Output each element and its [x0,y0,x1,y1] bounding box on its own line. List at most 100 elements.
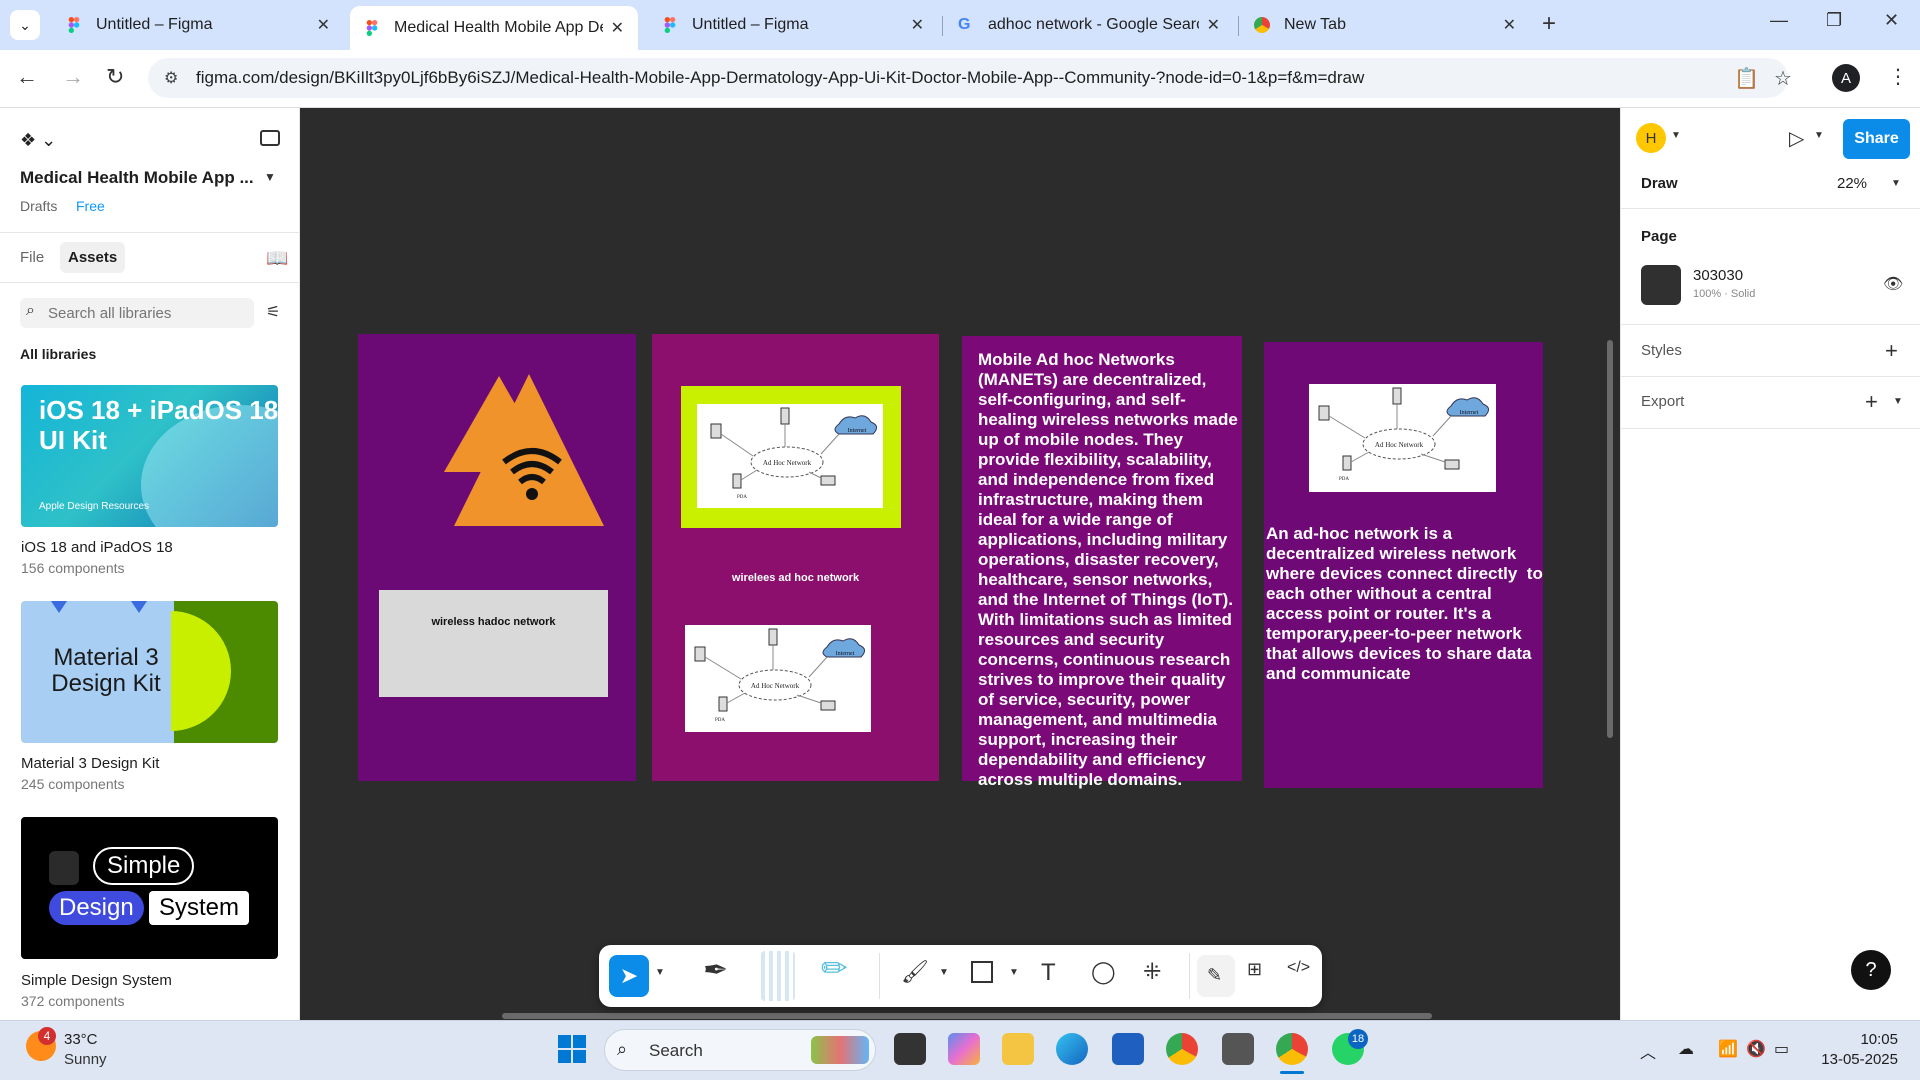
canvas-frame-3[interactable]: Mobile Ad hoc Networks (MANETs) are dece… [962,336,1242,789]
adhoc-network-diagram[interactable]: Ad Hoc Network Internet PDA [1309,384,1496,492]
present-play-icon[interactable]: ▷ [1789,126,1804,151]
browser-tab-3[interactable]: Untitled – Figma ✕ [648,6,938,44]
marker-tool-icon[interactable] [761,951,795,1001]
horizontal-scrollbar[interactable] [502,1013,1432,1019]
edge-icon[interactable] [1056,1033,1088,1065]
zoom-level[interactable]: 22% [1837,175,1867,192]
volume-muted-icon[interactable]: 🔇 [1746,1039,1766,1059]
adhoc-network-diagram[interactable]: Ad Hoc Network Internet PDA [685,625,871,732]
text-tool-icon[interactable]: T [1041,959,1056,987]
rectangle-tool-icon[interactable] [971,961,993,983]
minimize-icon[interactable]: — [1770,10,1788,31]
browser-tab-5[interactable]: New Tab ✕ [1240,6,1530,44]
chevron-down-icon[interactable]: ▼ [1891,178,1901,189]
figma-menu-icon[interactable]: ❖ ⌄ [20,130,56,151]
reload-icon[interactable]: ↻ [106,64,124,90]
clock-date[interactable]: 13-05-2025 [1798,1051,1898,1068]
close-icon[interactable]: ✕ [911,15,924,35]
dev-mode-icon[interactable]: </> [1287,959,1310,977]
close-window-icon[interactable]: ✕ [1884,10,1899,31]
battery-icon[interactable]: ▭ [1774,1039,1789,1059]
drafts-label[interactable]: Drafts [20,198,57,214]
browser-tab-4[interactable]: G adhoc network - Google Search ✕ [944,6,1234,44]
pen-tool-icon[interactable]: ✒ [703,953,728,988]
profile-avatar[interactable]: A [1832,64,1860,92]
share-button[interactable]: Share [1843,119,1910,159]
tab-file[interactable]: File [20,249,44,266]
close-icon[interactable]: ✕ [317,15,330,35]
chevron-down-icon[interactable]: ▼ [939,967,949,978]
chevron-up-icon[interactable]: ︿ [1640,1039,1656,1063]
url-text[interactable]: figma.com/design/BKiIlt3py0Ljf6bBy6iSZJ/… [196,68,1364,88]
comment-icon[interactable]: ◯ [1091,959,1116,985]
chrome-icon[interactable] [1166,1033,1198,1065]
chevron-down-icon[interactable]: ▼ [1671,130,1681,141]
restore-icon[interactable]: ❐ [1826,10,1842,31]
components-icon[interactable]: ⁜ [1143,959,1161,985]
search-input[interactable] [48,303,248,323]
chevron-down-icon[interactable]: ▼ [1893,396,1903,407]
clipboard-icon[interactable]: 📋 [1734,66,1759,91]
file-title[interactable]: Medical Health Mobile App ... [20,168,254,188]
toggle-sidebar-icon[interactable] [260,130,280,146]
clock-time[interactable]: 10:05 [1818,1031,1898,1048]
label-box[interactable]: wireless hadoc network [379,590,608,697]
omnibox[interactable]: ⚙ figma.com/design/BKiIlt3py0Ljf6bBy6iSZ… [148,58,1792,98]
new-tab-button[interactable]: + [1542,10,1556,38]
library-name[interactable]: iOS 18 and iPadOS 18 [21,539,173,556]
chevron-down-icon[interactable]: ▼ [1009,967,1019,978]
chrome-active-icon[interactable] [1276,1033,1308,1065]
chevron-down-icon[interactable]: ▼ [264,170,276,184]
library-search[interactable]: ⌕ [20,298,254,328]
page-color-hex[interactable]: 303030 [1693,267,1743,284]
browser-tab-1[interactable]: Untitled – Figma ✕ [52,6,344,44]
close-icon[interactable]: ✕ [1207,15,1220,35]
site-info-icon[interactable]: ⚙ [164,68,178,88]
store-icon[interactable] [1112,1033,1144,1065]
add-export-icon[interactable]: + [1865,389,1878,415]
browser-tab-active[interactable]: Medical Health Mobile App Der ✕ [350,6,638,50]
weather-temperature[interactable]: 33°C [64,1031,98,1048]
canvas-frame-4[interactable]: Ad Hoc Network Internet PDA An ad-hoc ne… [1264,342,1543,788]
user-avatar[interactable]: H [1636,123,1666,153]
lime-box[interactable]: Ad Hoc Network Internet PDA [681,386,901,528]
tab-assets[interactable]: Assets [60,242,126,273]
wifi-icon[interactable]: 📶 [1718,1039,1738,1059]
copilot-icon[interactable] [948,1033,980,1065]
vertical-scrollbar[interactable] [1607,340,1613,738]
tab-search-button[interactable]: ⌄ [10,10,40,40]
move-tool-icon[interactable]: ➤ [609,955,649,997]
library-thumbnail-simple[interactable]: Simple Design System [21,817,278,959]
chevron-down-icon[interactable]: ▼ [1814,130,1824,141]
weather-condition[interactable]: Sunny [64,1051,107,1068]
file-explorer-icon[interactable] [1002,1033,1034,1065]
library-thumbnail-material[interactable]: Material 3 Design Kit [21,601,278,743]
library-thumbnail-ios[interactable]: iOS 18 + iPadOS 18 UI Kit Apple Design R… [21,385,278,527]
library-name[interactable]: Material 3 Design Kit [21,755,159,772]
camera-icon[interactable] [1222,1033,1254,1065]
triangle-wifi-graphic[interactable] [444,374,604,534]
page-color-swatch[interactable] [1641,265,1681,305]
task-view-icon[interactable] [894,1033,926,1065]
draw-mode-toggle[interactable]: ✎ [1197,955,1235,997]
onedrive-icon[interactable]: ☁ [1678,1039,1694,1059]
filter-icon[interactable]: ⚟ [266,302,280,322]
forward-icon[interactable]: → [62,64,84,90]
brush-icon[interactable]: 🖌 [901,959,929,985]
canvas-frame-2[interactable]: Ad Hoc Network Internet PDA wirelees ad … [652,334,939,781]
design-mode-icon[interactable]: ⊞ [1247,959,1262,980]
taskbar-search[interactable]: ⌕ Search [604,1029,876,1071]
help-button[interactable]: ? [1851,950,1891,990]
close-icon[interactable]: ✕ [1503,15,1516,35]
add-style-icon[interactable]: + [1885,338,1898,364]
library-name[interactable]: Simple Design System [21,972,172,989]
windows-start-icon[interactable] [556,1033,588,1065]
plan-badge[interactable]: Free [76,198,105,214]
canvas-frame-1[interactable]: wireless hadoc network [358,334,636,781]
pencil-tool-icon[interactable]: ✏ [821,949,848,987]
close-icon[interactable]: ✕ [611,18,624,38]
bookmark-star-icon[interactable]: ☆ [1774,66,1792,91]
library-book-icon[interactable]: 📖 [266,248,288,269]
eye-icon[interactable]: 👁 [1883,274,1903,294]
design-canvas[interactable]: wireless hadoc network Ad Hoc Network In… [300,108,1620,1020]
